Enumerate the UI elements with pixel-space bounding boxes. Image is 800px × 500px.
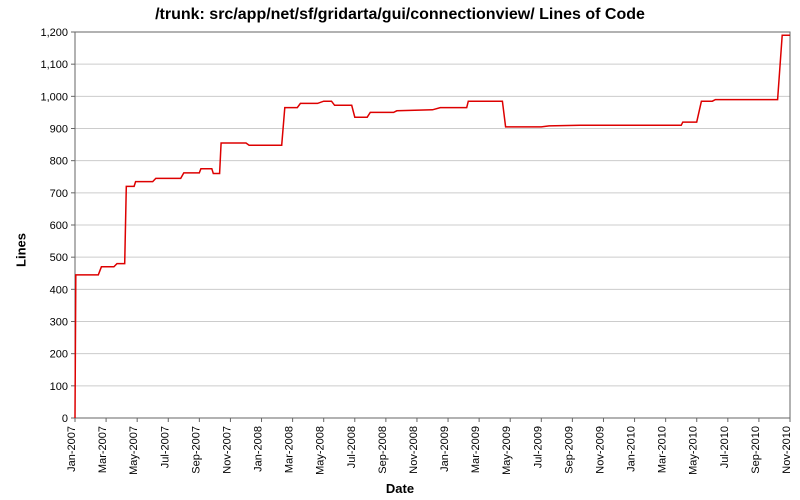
svg-text:Jul-2009: Jul-2009 bbox=[532, 426, 544, 468]
svg-text:100: 100 bbox=[50, 381, 68, 393]
svg-text:1,100: 1,100 bbox=[40, 59, 68, 71]
svg-text:Mar-2009: Mar-2009 bbox=[470, 426, 482, 473]
svg-text:May-2009: May-2009 bbox=[501, 426, 513, 475]
svg-text:500: 500 bbox=[50, 252, 68, 264]
loc-chart: /trunk: src/app/net/sf/gridarta/gui/conn… bbox=[0, 0, 800, 500]
svg-text:200: 200 bbox=[50, 349, 68, 361]
svg-text:Mar-2008: Mar-2008 bbox=[284, 426, 296, 473]
svg-text:Jul-2010: Jul-2010 bbox=[719, 426, 731, 468]
svg-text:Mar-2007: Mar-2007 bbox=[97, 426, 109, 473]
svg-text:Jan-2008: Jan-2008 bbox=[253, 426, 265, 472]
svg-text:May-2008: May-2008 bbox=[315, 426, 327, 475]
svg-text:Jul-2008: Jul-2008 bbox=[346, 426, 358, 468]
svg-text:Nov-2008: Nov-2008 bbox=[408, 426, 420, 474]
svg-text:May-2010: May-2010 bbox=[688, 426, 700, 475]
svg-text:1,000: 1,000 bbox=[40, 91, 68, 103]
svg-text:900: 900 bbox=[50, 124, 68, 136]
svg-text:Sep-2009: Sep-2009 bbox=[563, 426, 575, 474]
svg-text:Jul-2007: Jul-2007 bbox=[159, 426, 171, 468]
svg-text:Sep-2010: Sep-2010 bbox=[750, 426, 762, 474]
svg-text:Jan-2009: Jan-2009 bbox=[439, 426, 451, 472]
svg-text:600: 600 bbox=[50, 220, 68, 232]
svg-text:Sep-2008: Sep-2008 bbox=[377, 426, 389, 474]
svg-text:400: 400 bbox=[50, 284, 68, 296]
svg-text:May-2007: May-2007 bbox=[128, 426, 140, 475]
svg-text:Mar-2010: Mar-2010 bbox=[657, 426, 669, 473]
svg-text:0: 0 bbox=[62, 413, 68, 425]
svg-text:1,200: 1,200 bbox=[40, 27, 68, 39]
chart-plot-area: 0 100 200 300 400 500 600 700 800 900 1,000 1,100 1,… bbox=[0, 0, 800, 500]
svg-text:700: 700 bbox=[50, 188, 68, 200]
svg-text:300: 300 bbox=[50, 317, 68, 329]
svg-text:Sep-2007: Sep-2007 bbox=[190, 426, 202, 474]
svg-text:Nov-2007: Nov-2007 bbox=[221, 426, 233, 474]
svg-text:Nov-2009: Nov-2009 bbox=[594, 426, 606, 474]
svg-text:Jan-2010: Jan-2010 bbox=[626, 426, 638, 472]
svg-text:800: 800 bbox=[50, 156, 68, 168]
svg-text:Nov-2010: Nov-2010 bbox=[781, 426, 793, 474]
svg-text:Jan-2007: Jan-2007 bbox=[66, 426, 78, 472]
